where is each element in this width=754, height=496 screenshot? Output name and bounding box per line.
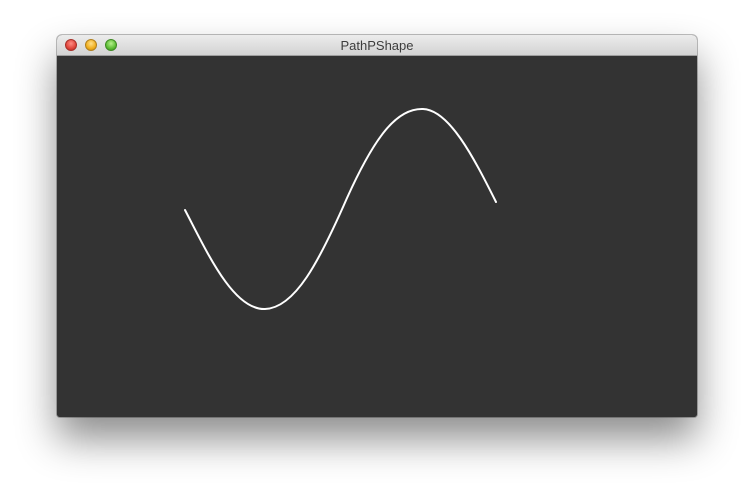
canvas-drawing [184, 107, 497, 311]
app-window: PathPShape [57, 35, 697, 417]
window-title: PathPShape [340, 38, 414, 53]
title-bar[interactable]: PathPShape [57, 35, 697, 56]
sketch-canvas[interactable] [57, 56, 697, 417]
sine-curve-path [184, 107, 497, 311]
